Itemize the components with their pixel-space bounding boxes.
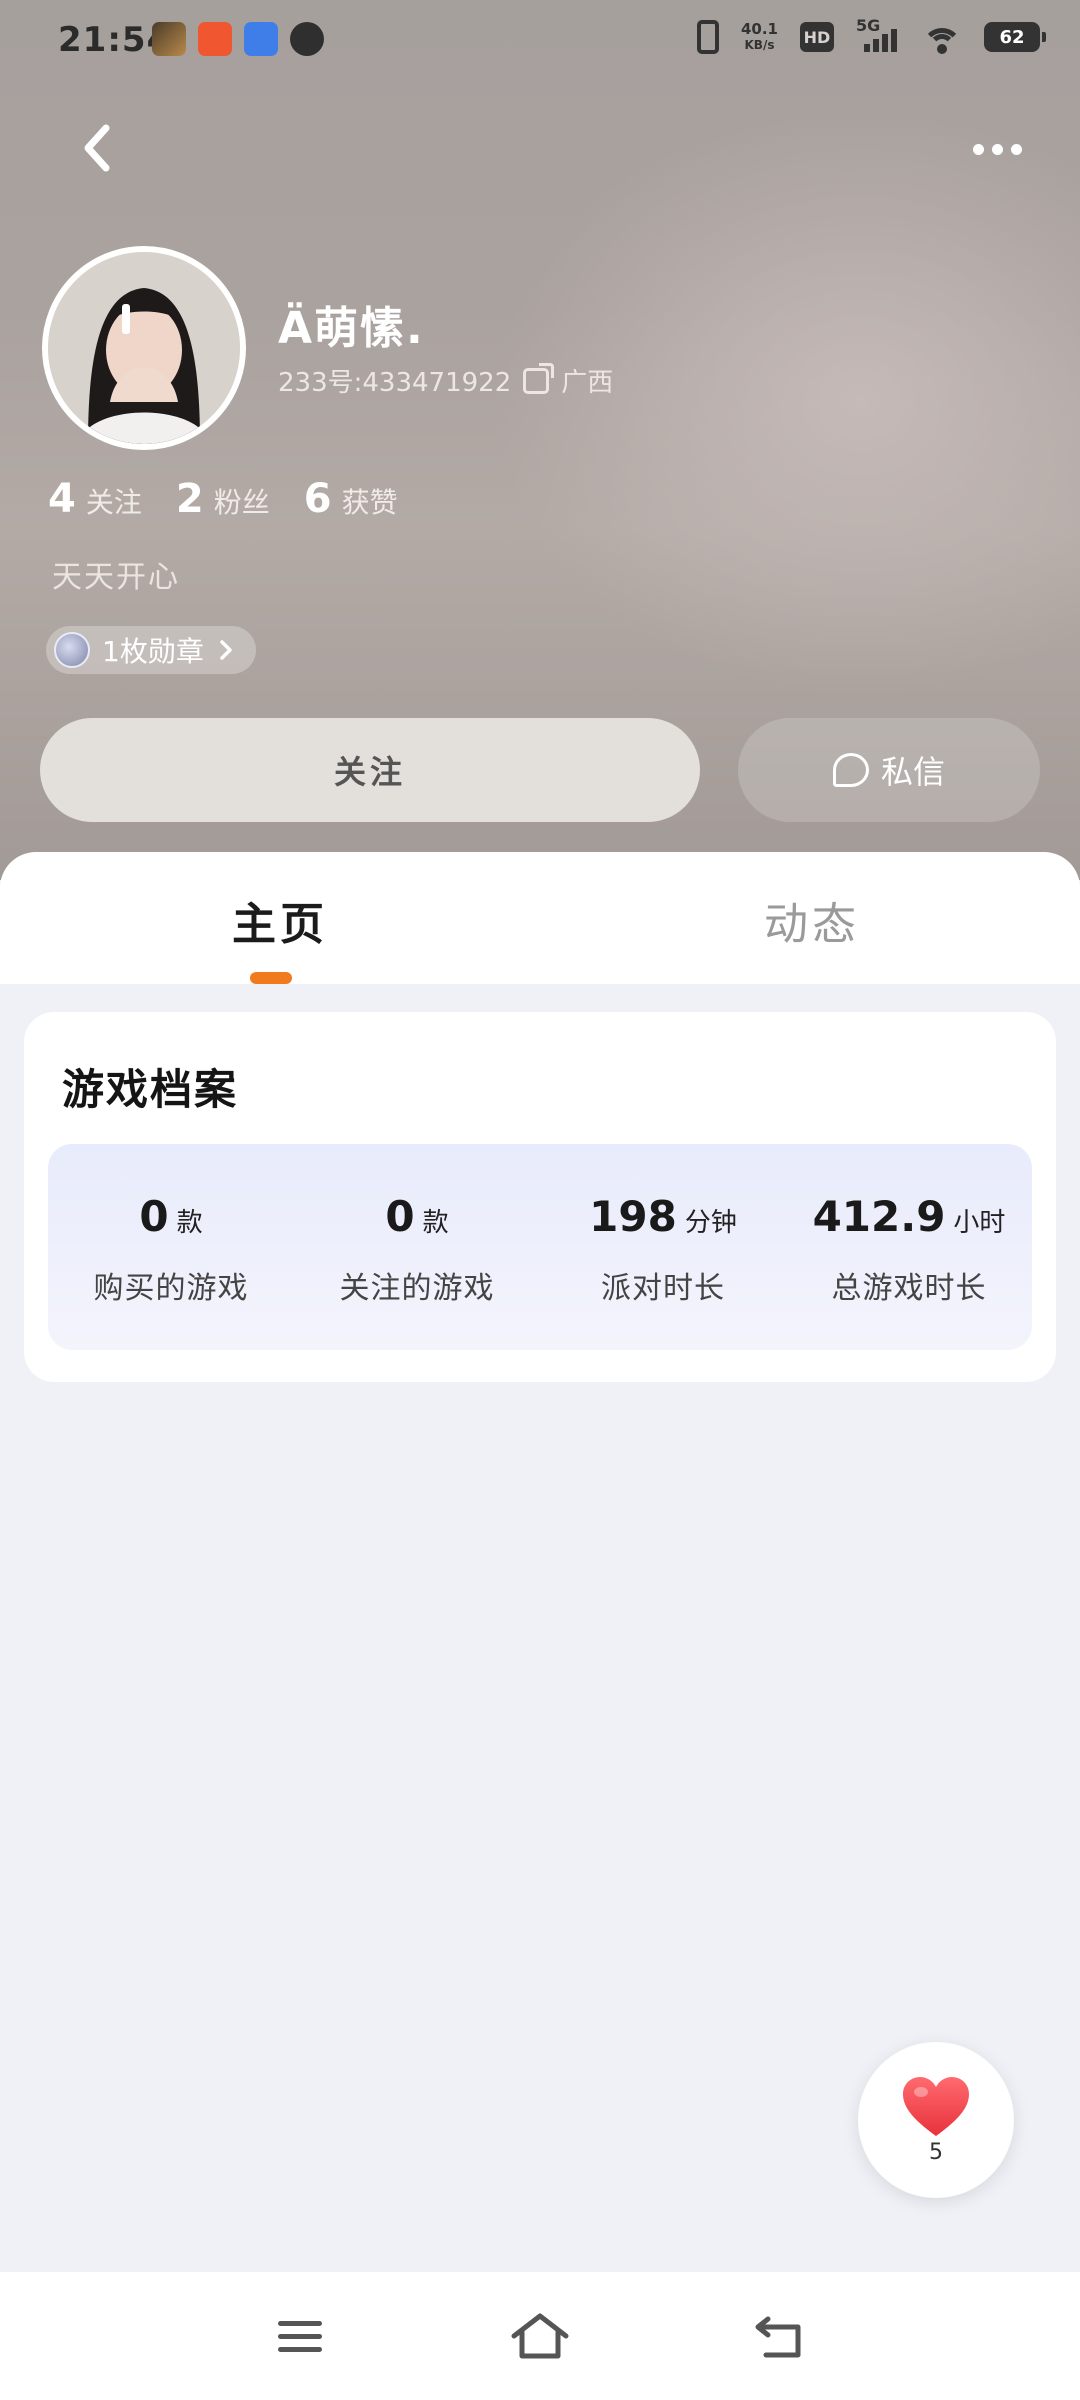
avatar[interactable] xyxy=(42,246,246,450)
tab-feed[interactable]: 动态 xyxy=(764,888,860,952)
network-speed-unit: KB/s xyxy=(744,38,775,52)
game-stat-value: 0 xyxy=(385,1192,415,1241)
stat-label: 粉丝 xyxy=(213,486,270,519)
back-button[interactable] xyxy=(70,118,130,178)
game-stat-unit: 款 xyxy=(422,1208,449,1238)
stat-followers[interactable]: 2 粉丝 xyxy=(176,476,270,522)
back-icon xyxy=(755,2316,801,2358)
medal-icon xyxy=(54,632,90,668)
stat-label: 关注 xyxy=(85,486,142,519)
stat-likes[interactable]: 6 获赞 xyxy=(304,476,398,522)
location: 广西 xyxy=(561,368,614,398)
stat-value: 2 xyxy=(175,476,204,522)
medal-button[interactable]: 1枚勋章 xyxy=(46,626,256,674)
network-speed: 40.1 KB/s xyxy=(741,21,778,53)
menu-icon xyxy=(278,2321,322,2352)
game-stat-label: 关注的游戏 xyxy=(339,1271,495,1306)
game-stat-purchased[interactable]: 0 款 购买的游戏 xyxy=(48,1144,294,1350)
game-stat-followed[interactable]: 0 款 关注的游戏 xyxy=(294,1144,540,1350)
game-stat-party-time[interactable]: 198 分钟 派对时长 xyxy=(540,1144,786,1350)
username: Ä萌愫. xyxy=(278,303,425,354)
game-stat-label: 总游戏时长 xyxy=(831,1271,987,1306)
tab-home[interactable]: 主页 xyxy=(232,888,328,952)
stat-value: 4 xyxy=(48,476,76,522)
stat-label: 获赞 xyxy=(341,486,398,519)
baidu-app-icon xyxy=(244,22,278,56)
chevron-right-icon xyxy=(220,640,232,660)
bio: 天天开心 xyxy=(52,560,180,595)
notification-icons xyxy=(152,22,324,56)
game-stat-total-time[interactable]: 412.9 小时 总游戏时长 xyxy=(786,1144,1032,1350)
chevron-left-icon xyxy=(84,124,110,172)
game-stat-label: 派对时长 xyxy=(601,1271,725,1306)
app-notification-icon xyxy=(152,22,186,56)
game-stat-value: 0 xyxy=(139,1192,169,1241)
user-meta: 233号:433471922 广西 xyxy=(278,362,613,399)
avatar-image xyxy=(48,252,240,444)
nav-menu-button[interactable] xyxy=(265,2302,335,2372)
hd-badge: HD xyxy=(800,22,834,52)
like-count: 5 xyxy=(929,2139,943,2165)
like-button[interactable]: 5 xyxy=(858,2042,1014,2198)
game-stat-unit: 款 xyxy=(176,1208,203,1238)
system-nav-bar xyxy=(0,2272,1080,2400)
more-dots-icon xyxy=(972,143,984,155)
network-type: 5G xyxy=(856,16,881,35)
follow-button[interactable]: 关注 xyxy=(40,718,700,822)
message-bubble-icon xyxy=(290,22,324,56)
profile-stats: 4 关注 2 粉丝 6 获赞 xyxy=(48,476,398,522)
message-label: 私信 xyxy=(880,753,945,791)
game-profile-card: 游戏档案 0 款 购买的游戏 0 款 关注的游戏 198 分钟 派对时长 412… xyxy=(24,1012,1056,1382)
game-stat-unit: 分钟 xyxy=(684,1208,737,1238)
card-title: 游戏档案 xyxy=(62,1065,239,1114)
battery-icon: 62 xyxy=(984,22,1046,52)
medal-label: 1枚勋章 xyxy=(102,635,204,668)
nav-home-button[interactable] xyxy=(505,2302,575,2372)
wifi-icon xyxy=(922,20,962,54)
video-app-icon xyxy=(198,22,232,56)
status-bar: 21:54 40.1 KB/s HD 5G 62 xyxy=(0,0,1080,80)
status-indicators: 40.1 KB/s HD 5G 62 xyxy=(696,16,1046,54)
stat-value: 6 xyxy=(303,476,332,522)
game-stat-unit: 小时 xyxy=(953,1208,1006,1238)
nav-back-button[interactable] xyxy=(745,2302,815,2372)
signal-icon: 5G xyxy=(856,16,900,54)
copy-icon[interactable] xyxy=(523,362,555,394)
game-stats: 0 款 购买的游戏 0 款 关注的游戏 198 分钟 派对时长 412.9 小时 xyxy=(48,1144,1032,1350)
more-options-button[interactable] xyxy=(962,124,1032,174)
active-tab-indicator xyxy=(250,972,292,984)
account-id: 233号:433471922 xyxy=(278,368,512,398)
chat-icon xyxy=(832,753,869,787)
network-speed-value: 40.1 xyxy=(740,20,778,38)
game-stat-value: 412.9 xyxy=(812,1192,946,1241)
vibrate-icon xyxy=(696,20,719,54)
message-button[interactable]: 私信 xyxy=(738,718,1040,822)
game-stat-value: 198 xyxy=(589,1192,677,1241)
game-stat-label: 购买的游戏 xyxy=(93,1271,249,1306)
heart-icon xyxy=(903,2076,969,2136)
stat-following[interactable]: 4 关注 xyxy=(48,476,142,522)
home-icon xyxy=(511,2313,569,2359)
tab-bar: 主页 动态 xyxy=(0,852,1080,984)
